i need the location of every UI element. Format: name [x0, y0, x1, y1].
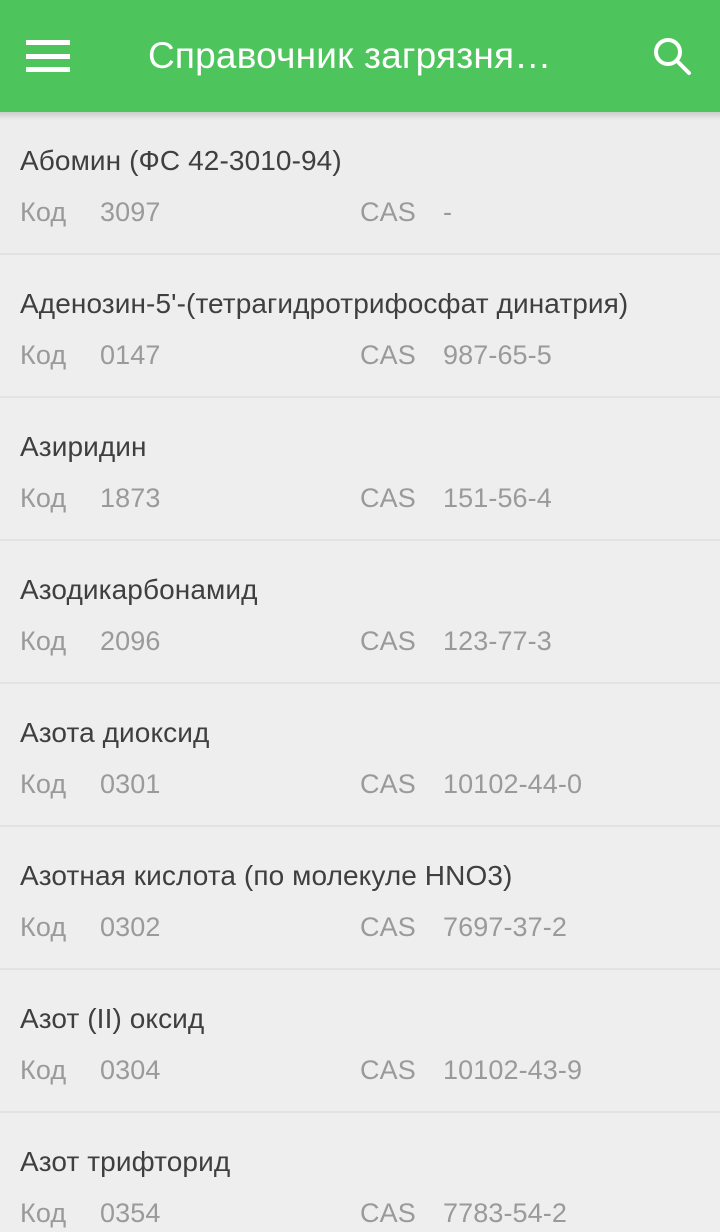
item-name: Азот трифторид — [20, 1146, 231, 1177]
code-value: 0304 — [100, 1055, 161, 1085]
cas-value: 151-56-4 — [443, 483, 552, 513]
code-label: Код — [20, 626, 67, 656]
code-label: Код — [20, 1198, 67, 1228]
item-meta: Код 0301 CAS 10102-44-0 — [20, 765, 700, 803]
code-value: 0354 — [100, 1198, 161, 1228]
cas-label: CAS — [360, 197, 416, 227]
item-meta: Код 3097 CAS - — [20, 193, 700, 231]
item-name: Азотная кислота (по молекуле HNO3) — [20, 860, 513, 891]
item-meta: Код 1873 CAS 151-56-4 — [20, 479, 700, 517]
list-item[interactable]: Азиридин Код 1873 CAS 151-56-4 — [0, 398, 720, 541]
item-meta: Код 2096 CAS 123-77-3 — [20, 622, 700, 660]
code-label: Код — [20, 483, 67, 513]
cas-label: CAS — [360, 769, 416, 799]
item-name: Абомин (ФС 42-3010-94) — [20, 145, 342, 176]
cas-value: 7783-54-2 — [443, 1198, 567, 1228]
list-item[interactable]: Аденозин-5'-(тетрагидротрифосфат динатри… — [0, 255, 720, 398]
page-title: Справочник загрязня… — [148, 35, 552, 76]
cas-label: CAS — [360, 483, 416, 513]
item-name: Аденозин-5'-(тетрагидротрифосфат динатри… — [20, 288, 629, 319]
list-item[interactable]: Азота диоксид Код 0301 CAS 10102-44-0 — [0, 684, 720, 827]
cas-value: 123-77-3 — [443, 626, 552, 656]
code-value: 0147 — [100, 340, 161, 370]
cas-label: CAS — [360, 626, 416, 656]
code-label: Код — [20, 912, 67, 942]
code-label: Код — [20, 340, 67, 370]
list-item[interactable]: Азот (II) оксид Код 0304 CAS 10102-43-9 — [0, 970, 720, 1113]
code-value: 0302 — [100, 912, 161, 942]
cas-label: CAS — [360, 1055, 416, 1085]
item-meta: Код 0147 CAS 987-65-5 — [20, 336, 700, 374]
code-value: 0301 — [100, 769, 161, 799]
cas-value: 987-65-5 — [443, 340, 552, 370]
pollutant-list: Абомин (ФС 42-3010-94) Код 3097 CAS - Ад… — [0, 112, 720, 1232]
code-label: Код — [20, 197, 67, 227]
item-meta: Код 0302 CAS 7697-37-2 — [20, 908, 700, 946]
code-label: Код — [20, 769, 67, 799]
cas-value: - — [443, 197, 453, 227]
code-value: 1873 — [100, 483, 161, 513]
item-meta: Код 0304 CAS 10102-43-9 — [20, 1051, 700, 1089]
list-item[interactable]: Азодикарбонамид Код 2096 CAS 123-77-3 — [0, 541, 720, 684]
hamburger-menu-icon — [26, 40, 70, 72]
cas-value: 7697-37-2 — [443, 912, 567, 942]
item-name: Азодикарбонамид — [20, 574, 258, 605]
cas-value: 10102-43-9 — [443, 1055, 583, 1085]
cas-label: CAS — [360, 340, 416, 370]
search-icon — [649, 33, 695, 79]
list-item[interactable]: Азот трифторид Код 0354 CAS 7783-54-2 — [0, 1113, 720, 1232]
code-value: 2096 — [100, 626, 161, 656]
cas-value: 10102-44-0 — [443, 769, 583, 799]
item-name: Азиридин — [20, 431, 147, 462]
item-meta: Код 0354 CAS 7783-54-2 — [20, 1194, 700, 1232]
code-value: 3097 — [100, 197, 161, 227]
cas-label: CAS — [360, 912, 416, 942]
list-item[interactable]: Абомин (ФС 42-3010-94) Код 3097 CAS - — [0, 112, 720, 255]
search-button[interactable] — [624, 0, 720, 112]
item-name: Азот (II) оксид — [20, 1003, 205, 1034]
code-label: Код — [20, 1055, 67, 1085]
item-name: Азота диоксид — [20, 717, 210, 748]
app-screen: Справочник загрязня… Абомин (ФС 42-3010-… — [0, 0, 720, 1232]
navigation-drawer-button[interactable] — [0, 0, 96, 112]
list-item[interactable]: Азотная кислота (по молекуле HNO3) Код 0… — [0, 827, 720, 970]
app-bar: Справочник загрязня… — [0, 0, 720, 112]
cas-label: CAS — [360, 1198, 416, 1228]
